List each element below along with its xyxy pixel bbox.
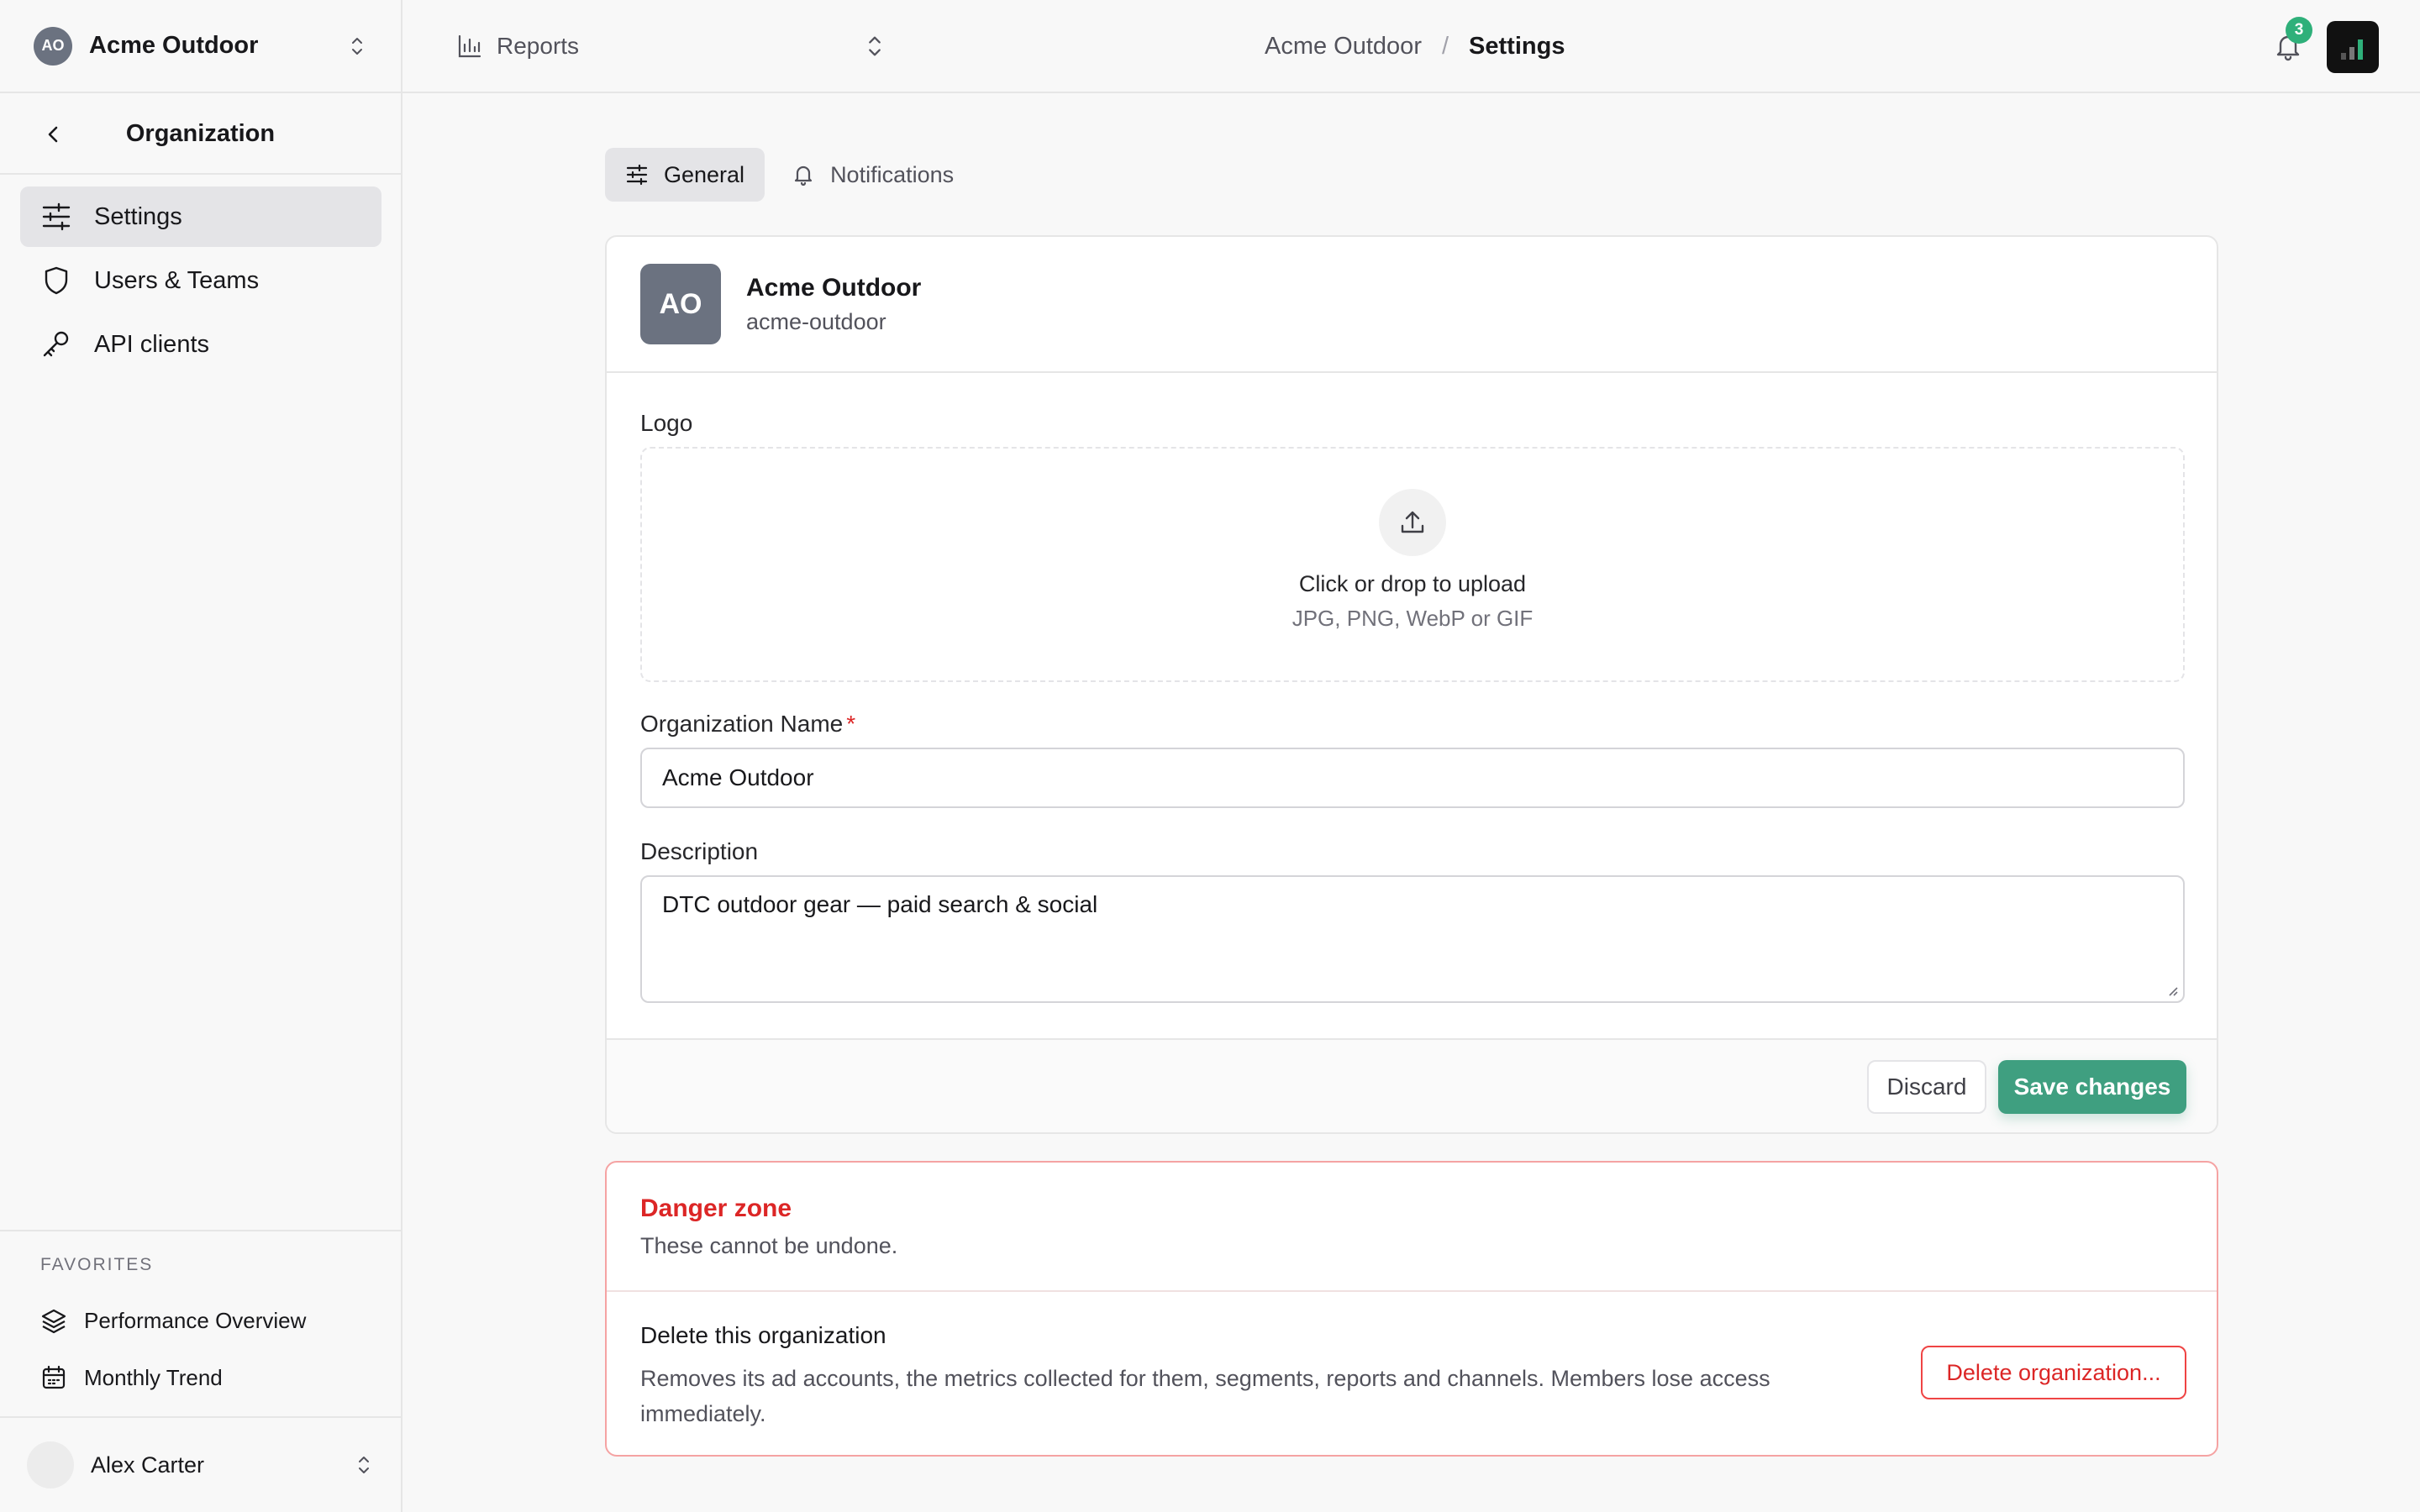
favorite-label: Performance Overview — [84, 1307, 307, 1333]
delete-organization-button[interactable]: Delete organization... — [1921, 1346, 2186, 1399]
tab-label: General — [664, 161, 745, 187]
sliders-icon — [626, 164, 648, 186]
bell-icon — [794, 165, 813, 186]
org-card-footer: Discard Save changes — [607, 1038, 2217, 1132]
upload-instruction: Click or drop to upload — [1298, 571, 1527, 596]
chevron-up-down-icon — [359, 1457, 369, 1473]
org-name-heading: Acme Outdoor — [746, 273, 922, 302]
sidebar: AO Acme Outdoor Organization Settings Us… — [0, 0, 402, 1512]
required-mark: * — [846, 711, 856, 737]
tab-general[interactable]: General — [605, 148, 765, 202]
org-avatar: AO — [34, 26, 72, 66]
sliders-icon — [42, 202, 71, 231]
bar-chart-icon — [458, 34, 481, 58]
upload-formats: JPG, PNG, WebP or GIF — [1292, 606, 1534, 631]
user-name: Alex Carter — [91, 1452, 205, 1478]
favorite-performance-overview[interactable]: Performance Overview — [40, 1292, 401, 1349]
sidebar-item-api-clients[interactable]: API clients — [20, 314, 381, 375]
avatar — [27, 1441, 74, 1488]
settings-tabs: General Notifications — [605, 148, 981, 202]
org-switcher[interactable]: AO Acme Outdoor — [0, 0, 401, 93]
org-name-label-text: Organization Name — [640, 711, 844, 737]
logo-label: Logo — [640, 410, 693, 436]
shield-icon — [45, 266, 68, 295]
resize-handle-icon[interactable] — [2166, 984, 2178, 996]
layers-icon — [41, 1309, 66, 1334]
breadcrumb-parent[interactable]: Acme Outdoor — [1265, 33, 1422, 60]
danger-zone-card: Danger zone These cannot be undone. Dele… — [605, 1161, 2218, 1457]
sidebar-nav: Settings Users & Teams API clients — [20, 186, 381, 378]
sidebar-item-label: Users & Teams — [94, 266, 260, 294]
favorites-heading: FAVORITES — [40, 1255, 154, 1274]
signal-bars-icon — [2341, 39, 2363, 60]
org-card-header: AO Acme Outdoor acme-outdoor — [607, 237, 2217, 373]
tab-notifications[interactable]: Notifications — [771, 148, 974, 202]
delete-org-description: Removes its ad accounts, the metrics col… — [640, 1366, 1770, 1426]
chevron-up-down-icon — [352, 37, 362, 55]
org-name-input[interactable]: Acme Outdoor — [640, 748, 2185, 808]
organization-card: AO Acme Outdoor acme-outdoor Logo Click … — [605, 235, 2218, 1134]
chevron-left-icon[interactable] — [40, 121, 67, 148]
reports-selector[interactable]: Reports — [456, 25, 902, 67]
sidebar-item-label: Settings — [94, 202, 182, 230]
app-logo[interactable] — [2327, 21, 2379, 73]
section-header: Organization — [0, 94, 401, 175]
description-value: DTC outdoor gear — paid search & social — [662, 891, 1098, 917]
description-textarea[interactable]: DTC outdoor gear — paid search & social — [640, 875, 2185, 1003]
logo-upload-dropzone[interactable]: Click or drop to upload JPG, PNG, WebP o… — [640, 447, 2185, 682]
org-name-label: Organization Name * — [640, 711, 855, 738]
notification-badge: 3 — [2286, 17, 2312, 44]
save-button[interactable]: Save changes — [1998, 1060, 2186, 1114]
upload-icon-wrap — [1379, 489, 1446, 556]
reports-label: Reports — [497, 33, 580, 59]
org-avatar-large: AO — [640, 264, 721, 344]
danger-zone-title: Danger zone — [640, 1194, 792, 1222]
breadcrumb-separator: / — [1441, 32, 1449, 60]
delete-org-row: Delete this organization Removes its ad … — [607, 1292, 2217, 1431]
discard-button[interactable]: Discard — [1867, 1060, 1986, 1114]
sidebar-item-users-teams[interactable]: Users & Teams — [20, 250, 381, 311]
sidebar-item-settings[interactable]: Settings — [20, 186, 381, 247]
favorites-section: FAVORITES Performance Overview Monthly T… — [0, 1230, 401, 1416]
breadcrumb: Acme Outdoor / Settings — [1265, 25, 1565, 67]
description-label: Description — [640, 838, 759, 864]
breadcrumb-current: Settings — [1469, 32, 1565, 60]
danger-zone-subtitle: These cannot be undone. — [640, 1233, 898, 1258]
danger-zone-header: Danger zone These cannot be undone. — [607, 1163, 2217, 1292]
chevron-up-down-icon — [869, 36, 881, 56]
calendar-icon — [42, 1365, 66, 1389]
topbar: Reports Acme Outdoor / Settings 3 — [402, 0, 2420, 93]
org-slug: acme-outdoor — [746, 308, 886, 334]
favorite-label: Monthly Trend — [84, 1364, 223, 1390]
org-switcher-name: Acme Outdoor — [89, 32, 259, 59]
tab-label: Notifications — [830, 161, 955, 187]
upload-icon — [1401, 511, 1424, 533]
key-icon — [43, 331, 69, 357]
user-menu[interactable]: Alex Carter — [0, 1416, 401, 1512]
favorite-monthly-trend[interactable]: Monthly Trend — [40, 1349, 401, 1406]
sidebar-item-label: API clients — [94, 330, 209, 358]
